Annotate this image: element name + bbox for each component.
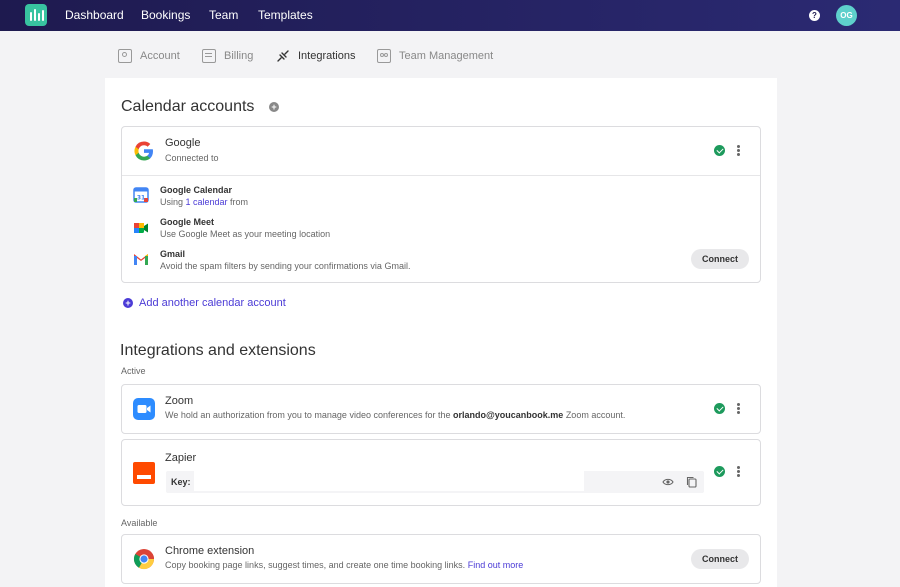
zapier-integration-card: Zapier Key: — [121, 439, 761, 506]
zapier-logo-icon — [133, 462, 155, 484]
zoom-desc: We hold an authorization from you to man… — [165, 410, 626, 420]
google-meet-desc: Use Google Meet as your meeting location — [160, 229, 331, 239]
zapier-key-label: Key: — [171, 477, 191, 487]
calendar-count-link[interactable]: 1 calendar — [186, 197, 228, 207]
chrome-extension-card: Chrome extension Copy booking page links… — [121, 534, 761, 584]
tab-billing[interactable]: Billing — [202, 48, 253, 64]
connected-check-icon — [714, 145, 725, 156]
plug-icon — [277, 50, 289, 62]
eye-icon[interactable] — [662, 477, 674, 487]
add-another-calendar-link[interactable]: Add another calendar account — [139, 297, 286, 309]
more-options-icon[interactable] — [737, 466, 740, 477]
help-icon[interactable]: ? — [809, 10, 820, 21]
svg-text:31: 31 — [137, 195, 145, 202]
chrome-extension-name: Chrome extension — [165, 545, 255, 557]
more-options-icon[interactable] — [737, 145, 740, 156]
chrome-connect-button[interactable]: Connect — [691, 549, 749, 569]
nav-dashboard[interactable]: Dashboard — [65, 8, 124, 22]
tab-label: Team Management — [399, 50, 494, 62]
zoom-integration-card: Zoom We hold an authorization from you t… — [121, 384, 761, 434]
zapier-key-field: Key: — [166, 471, 704, 493]
gmail-connect-button[interactable]: Connect — [691, 249, 749, 269]
tab-integrations[interactable]: Integrations — [276, 48, 355, 64]
zapier-name: Zapier — [165, 452, 197, 464]
google-account-card: Google Connected to 31 Google Calendar U… — [121, 126, 761, 283]
gmail-icon — [134, 254, 148, 265]
gmail-name: Gmail — [160, 249, 186, 259]
settings-panel: Calendar accounts + Google Connected to … — [105, 78, 777, 587]
tab-label: Billing — [224, 50, 254, 62]
nav-team[interactable]: Team — [209, 8, 238, 22]
top-navigation: Dashboard Bookings Team Templates ? OG — [0, 0, 900, 31]
invoice-icon — [202, 49, 216, 63]
google-meet-icon — [134, 223, 148, 233]
zoom-logo-icon — [133, 398, 155, 420]
available-label: Available — [121, 518, 158, 528]
zoom-account-email: orlando@youcanbook.me — [453, 410, 564, 420]
google-logo-icon — [134, 141, 153, 161]
team-icon — [377, 49, 391, 63]
user-icon — [118, 49, 132, 63]
chrome-extension-desc: Copy booking page links, suggest times, … — [165, 560, 524, 570]
add-account-icon[interactable]: + — [123, 298, 133, 308]
divider — [122, 175, 760, 176]
app-logo-icon[interactable] — [25, 4, 47, 26]
active-label: Active — [121, 366, 146, 376]
google-meet-name: Google Meet — [160, 217, 215, 227]
add-calendar-icon[interactable]: + — [269, 102, 279, 112]
copy-icon[interactable] — [686, 476, 697, 488]
calendar-accounts-title: Calendar accounts — [121, 98, 255, 115]
tab-label: Integrations — [298, 50, 356, 62]
chrome-logo-icon — [133, 549, 155, 570]
google-calendar-name: Google Calendar — [160, 185, 233, 195]
google-connection-status: Connected to — [165, 153, 219, 163]
avatar[interactable]: OG — [836, 5, 857, 26]
google-calendar-desc: Using 1 calendar from — [160, 197, 249, 207]
zoom-name: Zoom — [165, 395, 194, 407]
find-out-more-link[interactable]: Find out more — [468, 560, 524, 570]
more-options-icon[interactable] — [737, 403, 740, 414]
integrations-title: Integrations and extensions — [120, 342, 316, 359]
gmail-desc: Avoid the spam filters by sending your c… — [160, 261, 411, 271]
tab-team-management[interactable]: Team Management — [377, 48, 493, 64]
connected-check-icon — [714, 466, 725, 477]
zapier-key-value[interactable] — [194, 471, 584, 491]
nav-templates[interactable]: Templates — [258, 8, 313, 22]
nav-bookings[interactable]: Bookings — [141, 8, 190, 22]
google-calendar-icon: 31 — [133, 187, 149, 203]
tab-label: Account — [140, 50, 180, 62]
tab-account[interactable]: Account — [118, 48, 180, 64]
google-account-name: Google — [165, 137, 201, 149]
connected-check-icon — [714, 403, 725, 414]
